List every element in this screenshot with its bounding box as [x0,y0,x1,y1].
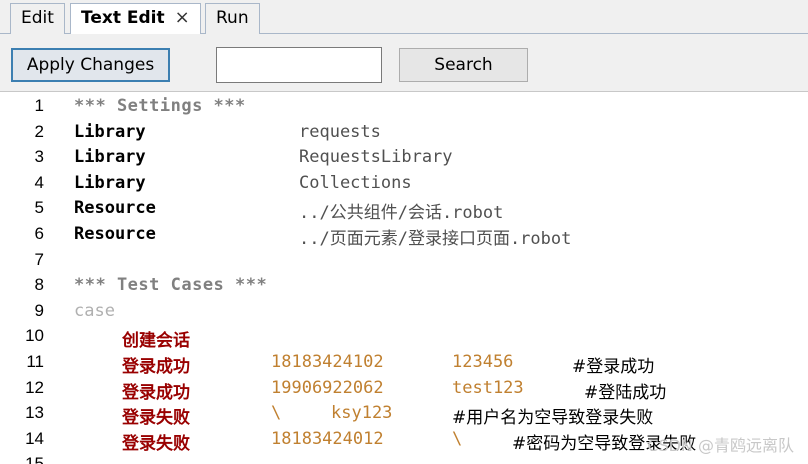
watermark: CSDN @青鸥远离队 [647,436,794,455]
editor-line[interactable]: 3 Library RequestsLibrary [0,147,808,173]
code-token-num: 18183424012 [271,428,384,449]
line-number: 11 [26,352,44,371]
text-editor[interactable]: 1 *** Settings *** 2 Library requests 3 Librar… [0,92,808,464]
code-token-num: ksy123 [331,403,393,424]
line-number: 3 [34,147,44,167]
editor-toolbar: Apply Changes Search [0,34,808,92]
code-token-arg: ../页面元素/登录接口页面.robot [299,229,572,249]
editor-line[interactable]: 9 case [0,301,808,327]
tab-edit[interactable]: Edit [10,3,65,34]
code-token-hdr: *** Settings *** [74,96,246,116]
line-number: 8 [34,275,44,295]
code-token-hdr: *** Test Cases *** [74,275,268,296]
code-token-cmt: #登陆成功 [584,382,667,403]
code-token-num: test123 [452,377,524,398]
editor-line[interactable]: 2 Library requests [0,122,808,148]
code-token-kwcall: 登录失败 [122,433,190,454]
code-token-cmt: #登录成功 [572,357,655,377]
line-number: 10 [25,326,44,346]
code-token-arg: requests [299,121,381,142]
code-token-kwcall: 登录成功 [122,382,190,403]
editor-line[interactable]: 4 Library Collections [0,173,808,199]
code-token-num: 18183424102 [271,352,384,372]
search-button[interactable]: Search [399,48,528,82]
line-number: 6 [34,224,44,243]
code-token-num: 19906922062 [271,377,384,398]
line-number: 5 [34,198,44,218]
code-token-arg: Collections [299,172,412,193]
editor-line[interactable]: 13 登录失败 \ ksy123 #用户名为空导致登录失败 [0,403,808,429]
code-token-kw: Library [74,121,146,142]
line-number: 13 [25,403,44,423]
code-token-kw: Resource [74,198,156,219]
close-icon[interactable]: × [175,7,190,28]
editor-line[interactable]: 12 登录成功 19906922062 test123 #登陆成功 [0,378,808,404]
tab-run-label: Run [216,8,249,28]
line-number: 7 [34,249,44,269]
code-token-arg: RequestsLibrary [299,147,453,168]
code-token-kwcall: 登录失败 [122,408,190,429]
code-token-kw: Library [74,147,146,168]
editor-line[interactable]: 10 创建会话 [0,326,808,352]
code-token-arg: ../公共组件/会话.robot [299,203,504,224]
tab-edit-label: Edit [21,8,54,28]
tab-bar: Edit Text Edit × Run [0,0,808,35]
line-number: 1 [34,96,44,115]
code-token-kwcall: 创建会话 [122,331,190,352]
editor-line[interactable]: 5 Resource ../公共组件/会话.robot [0,198,808,224]
line-number: 2 [34,121,44,141]
editor-line[interactable]: 1 *** Settings *** [0,96,808,122]
code-token-num: 123456 [452,352,514,372]
code-token-kw: Resource [74,224,156,244]
editor-line[interactable]: 7 [0,250,808,276]
line-number: 4 [34,172,44,192]
apply-changes-button[interactable]: Apply Changes [11,48,170,82]
search-input[interactable] [216,47,382,83]
tab-text-edit[interactable]: Text Edit × [70,3,201,35]
code-token-kwcall: 登录成功 [122,357,190,377]
code-token-num: \ [452,428,463,449]
editor-line[interactable]: 8 *** Test Cases *** [0,275,808,301]
editor-line[interactable]: 6 Resource ../页面元素/登录接口页面.robot [0,224,808,250]
code-token-num: \ [271,403,282,424]
tab-run[interactable]: Run [205,3,260,34]
tab-text-edit-label: Text Edit [81,8,165,28]
line-number: 15 [25,454,44,464]
code-token-cmt: #用户名为空导致登录失败 [452,408,654,429]
editor-line[interactable]: 11 登录成功 18183424102 123456 #登录成功 [0,352,808,378]
line-number: 9 [34,300,44,320]
code-token-tc: case [74,300,115,321]
code-token-kw: Library [74,172,146,193]
line-number: 14 [25,428,44,448]
line-number: 12 [25,377,44,397]
